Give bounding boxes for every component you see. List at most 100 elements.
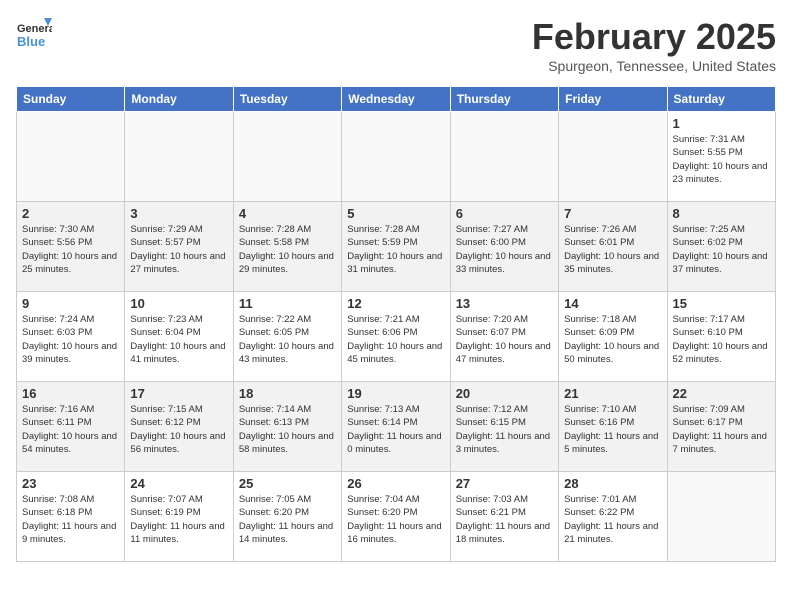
day-number: 14 (564, 296, 661, 311)
calendar-cell (559, 112, 667, 202)
calendar-table: SundayMondayTuesdayWednesdayThursdayFrid… (16, 86, 776, 562)
calendar-cell: 18 Sunrise: 7:14 AM Sunset: 6:13 PM Dayli… (233, 382, 341, 472)
day-number: 1 (673, 116, 770, 131)
calendar-cell: 23 Sunrise: 7:08 AM Sunset: 6:18 PM Dayli… (17, 472, 125, 562)
day-number: 24 (130, 476, 227, 491)
day-number: 10 (130, 296, 227, 311)
day-info: Sunrise: 7:22 AM Sunset: 6:05 PM Dayligh… (239, 313, 336, 366)
day-info: Sunrise: 7:13 AM Sunset: 6:14 PM Dayligh… (347, 403, 444, 456)
day-header-saturday: Saturday (667, 87, 775, 112)
day-info: Sunrise: 7:28 AM Sunset: 5:58 PM Dayligh… (239, 223, 336, 276)
calendar-cell: 17 Sunrise: 7:15 AM Sunset: 6:12 PM Dayli… (125, 382, 233, 472)
day-number: 7 (564, 206, 661, 221)
day-number: 22 (673, 386, 770, 401)
day-header-wednesday: Wednesday (342, 87, 450, 112)
calendar-cell: 20 Sunrise: 7:12 AM Sunset: 6:15 PM Dayli… (450, 382, 558, 472)
day-number: 6 (456, 206, 553, 221)
days-header-row: SundayMondayTuesdayWednesdayThursdayFrid… (17, 87, 776, 112)
calendar-cell: 1 Sunrise: 7:31 AM Sunset: 5:55 PM Daylig… (667, 112, 775, 202)
calendar-cell: 22 Sunrise: 7:09 AM Sunset: 6:17 PM Dayli… (667, 382, 775, 472)
day-info: Sunrise: 7:23 AM Sunset: 6:04 PM Dayligh… (130, 313, 227, 366)
day-number: 26 (347, 476, 444, 491)
calendar-cell: 12 Sunrise: 7:21 AM Sunset: 6:06 PM Dayli… (342, 292, 450, 382)
day-number: 5 (347, 206, 444, 221)
day-number: 19 (347, 386, 444, 401)
day-number: 17 (130, 386, 227, 401)
day-info: Sunrise: 7:18 AM Sunset: 6:09 PM Dayligh… (564, 313, 661, 366)
day-number: 8 (673, 206, 770, 221)
day-number: 28 (564, 476, 661, 491)
calendar-cell: 16Sunrise: 7:16 AM Sunset: 6:11 PM Dayli… (17, 382, 125, 472)
calendar-cell (342, 112, 450, 202)
calendar-cell: 13 Sunrise: 7:20 AM Sunset: 6:07 PM Dayli… (450, 292, 558, 382)
calendar-cell: 14 Sunrise: 7:18 AM Sunset: 6:09 PM Dayli… (559, 292, 667, 382)
day-info: Sunrise: 7:12 AM Sunset: 6:15 PM Dayligh… (456, 403, 553, 456)
day-info: Sunrise: 7:10 AM Sunset: 6:16 PM Dayligh… (564, 403, 661, 456)
month-year-title: February 2025 (532, 16, 776, 58)
logo-svg: General Blue (16, 16, 52, 52)
calendar-cell: 26 Sunrise: 7:04 AM Sunset: 6:20 PM Dayli… (342, 472, 450, 562)
day-info: Sunrise: 7:07 AM Sunset: 6:19 PM Dayligh… (130, 493, 227, 546)
day-info: Sunrise: 7:09 AM Sunset: 6:17 PM Dayligh… (673, 403, 770, 456)
calendar-cell (125, 112, 233, 202)
calendar-cell: 6 Sunrise: 7:27 AM Sunset: 6:00 PM Daylig… (450, 202, 558, 292)
day-info: Sunrise: 7:29 AM Sunset: 5:57 PM Dayligh… (130, 223, 227, 276)
day-header-monday: Monday (125, 87, 233, 112)
day-info: Sunrise: 7:24 AM Sunset: 6:03 PM Dayligh… (22, 313, 119, 366)
day-number: 16 (22, 386, 119, 401)
title-block: February 2025 Spurgeon, Tennessee, Unite… (532, 16, 776, 74)
day-info: Sunrise: 7:25 AM Sunset: 6:02 PM Dayligh… (673, 223, 770, 276)
day-info: Sunrise: 7:05 AM Sunset: 6:20 PM Dayligh… (239, 493, 336, 546)
day-number: 9 (22, 296, 119, 311)
day-info: Sunrise: 7:15 AM Sunset: 6:12 PM Dayligh… (130, 403, 227, 456)
day-number: 13 (456, 296, 553, 311)
day-number: 18 (239, 386, 336, 401)
calendar-cell: 9 Sunrise: 7:24 AM Sunset: 6:03 PM Daylig… (17, 292, 125, 382)
week-row-3: 9 Sunrise: 7:24 AM Sunset: 6:03 PM Daylig… (17, 292, 776, 382)
day-number: 23 (22, 476, 119, 491)
week-row-4: 16Sunrise: 7:16 AM Sunset: 6:11 PM Dayli… (17, 382, 776, 472)
day-info: Sunrise: 7:08 AM Sunset: 6:18 PM Dayligh… (22, 493, 119, 546)
week-row-2: 2 Sunrise: 7:30 AM Sunset: 5:56 PM Daylig… (17, 202, 776, 292)
calendar-cell: 21 Sunrise: 7:10 AM Sunset: 6:16 PM Dayli… (559, 382, 667, 472)
day-info: Sunrise: 7:01 AM Sunset: 6:22 PM Dayligh… (564, 493, 661, 546)
calendar-cell: 11 Sunrise: 7:22 AM Sunset: 6:05 PM Dayli… (233, 292, 341, 382)
day-info: Sunrise: 7:14 AM Sunset: 6:13 PM Dayligh… (239, 403, 336, 456)
day-info: Sunrise: 7:20 AM Sunset: 6:07 PM Dayligh… (456, 313, 553, 366)
day-info: Sunrise: 7:21 AM Sunset: 6:06 PM Dayligh… (347, 313, 444, 366)
calendar-cell: 25Sunrise: 7:05 AM Sunset: 6:20 PM Dayli… (233, 472, 341, 562)
logo: General Blue (16, 16, 52, 52)
calendar-cell (233, 112, 341, 202)
day-header-friday: Friday (559, 87, 667, 112)
day-number: 27 (456, 476, 553, 491)
calendar-cell: 27Sunrise: 7:03 AM Sunset: 6:21 PM Dayli… (450, 472, 558, 562)
day-number: 20 (456, 386, 553, 401)
day-info: Sunrise: 7:28 AM Sunset: 5:59 PM Dayligh… (347, 223, 444, 276)
calendar-cell (667, 472, 775, 562)
day-info: Sunrise: 7:27 AM Sunset: 6:00 PM Dayligh… (456, 223, 553, 276)
day-header-tuesday: Tuesday (233, 87, 341, 112)
calendar-cell: 7 Sunrise: 7:26 AM Sunset: 6:01 PM Daylig… (559, 202, 667, 292)
day-header-thursday: Thursday (450, 87, 558, 112)
svg-text:Blue: Blue (17, 34, 45, 49)
day-number: 2 (22, 206, 119, 221)
day-header-sunday: Sunday (17, 87, 125, 112)
calendar-cell: 28 Sunrise: 7:01 AM Sunset: 6:22 PM Dayli… (559, 472, 667, 562)
calendar-cell: 24 Sunrise: 7:07 AM Sunset: 6:19 PM Dayli… (125, 472, 233, 562)
day-info: Sunrise: 7:04 AM Sunset: 6:20 PM Dayligh… (347, 493, 444, 546)
day-info: Sunrise: 7:31 AM Sunset: 5:55 PM Dayligh… (673, 133, 770, 186)
calendar-cell (17, 112, 125, 202)
calendar-cell: 15Sunrise: 7:17 AM Sunset: 6:10 PM Dayli… (667, 292, 775, 382)
week-row-5: 23 Sunrise: 7:08 AM Sunset: 6:18 PM Dayli… (17, 472, 776, 562)
day-number: 11 (239, 296, 336, 311)
day-info: Sunrise: 7:30 AM Sunset: 5:56 PM Dayligh… (22, 223, 119, 276)
calendar-cell: 19 Sunrise: 7:13 AM Sunset: 6:14 PM Dayli… (342, 382, 450, 472)
day-number: 21 (564, 386, 661, 401)
calendar-cell: 5 Sunrise: 7:28 AM Sunset: 5:59 PM Daylig… (342, 202, 450, 292)
day-info: Sunrise: 7:17 AM Sunset: 6:10 PM Dayligh… (673, 313, 770, 366)
day-info: Sunrise: 7:26 AM Sunset: 6:01 PM Dayligh… (564, 223, 661, 276)
day-number: 12 (347, 296, 444, 311)
calendar-cell: 2 Sunrise: 7:30 AM Sunset: 5:56 PM Daylig… (17, 202, 125, 292)
calendar-cell: 3Sunrise: 7:29 AM Sunset: 5:57 PM Daylig… (125, 202, 233, 292)
calendar-cell (450, 112, 558, 202)
